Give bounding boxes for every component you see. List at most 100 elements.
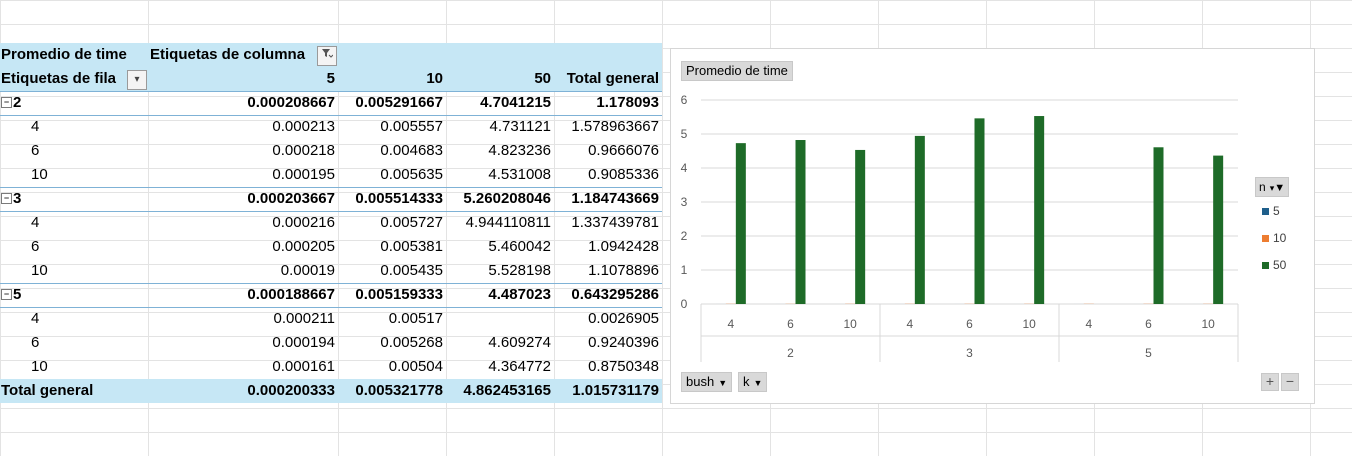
legend-label: 50 [1273, 258, 1287, 272]
filter-icon: ▼ [1274, 182, 1286, 194]
grand-total-value[interactable]: 1.015731179 [553, 379, 659, 403]
group-label[interactable]: −5 [1, 283, 21, 307]
grand-total-value[interactable]: 0.000200333 [150, 379, 335, 403]
row-label[interactable]: 6 [1, 331, 39, 355]
pivot-detail-row: 10 0.000161 0.00504 4.364772 0.8750348 [0, 355, 662, 379]
row-filter-button[interactable]: ▾ [127, 70, 147, 90]
collapse-field-button[interactable]: − [1281, 373, 1299, 391]
grand-total-label[interactable]: Total general [1, 379, 93, 403]
pivot-chart[interactable]: Promedio de time 0 1 2 3 4 5 6 4 6 10 4 6 10 4 6 10 2 3 5 … [670, 48, 1315, 404]
row-label[interactable]: 4 [1, 115, 39, 139]
cell-value[interactable]: 0.9666076 [553, 139, 659, 163]
cell-value[interactable]: 4.531008 [445, 163, 551, 187]
collapse-icon[interactable]: − [1, 96, 12, 108]
pivot-group-row: −5 0.000188667 0.005159333 4.487023 0.64… [0, 283, 662, 307]
group-value[interactable]: 0.005159333 [340, 283, 443, 307]
group-value[interactable]: 5.260208046 [445, 187, 551, 211]
cell-value[interactable]: 0.000161 [150, 355, 335, 379]
cell-value[interactable]: 0.005435 [340, 259, 443, 283]
legend-item-5[interactable]: 5 [1262, 204, 1280, 218]
cell-value[interactable]: 4.944110811 [445, 211, 551, 235]
cell-value[interactable]: 0.005727 [340, 211, 443, 235]
cell-value[interactable]: 0.004683 [340, 139, 443, 163]
group-value[interactable]: 4.7041215 [445, 91, 551, 115]
y-tick-label: 4 [681, 161, 688, 175]
row-label[interactable]: 4 [1, 211, 39, 235]
cell-value[interactable]: 0.00504 [340, 355, 443, 379]
x-tick-label: 6 [787, 317, 794, 331]
row-label[interactable]: 6 [1, 139, 39, 163]
cell-value[interactable]: 5.460042 [445, 235, 551, 259]
cell-value[interactable]: 0.000194 [150, 331, 335, 355]
cell-value[interactable]: 4.731121 [445, 115, 551, 139]
legend-swatch [1262, 235, 1269, 243]
group-value[interactable]: 0.000208667 [150, 91, 335, 115]
row-label[interactable]: 6 [1, 235, 39, 259]
cell-value[interactable]: 0.000195 [150, 163, 335, 187]
column-labels-title[interactable]: Etiquetas de columna [150, 43, 305, 67]
cell-value[interactable]: 0.000205 [150, 235, 335, 259]
cell-value[interactable]: 5.528198 [445, 259, 551, 283]
group-value[interactable]: 0.643295286 [553, 283, 659, 307]
cell-value[interactable]: 0.00019 [150, 259, 335, 283]
y-tick-label: 0 [681, 297, 688, 311]
cell-value[interactable]: 0.000213 [150, 115, 335, 139]
cell-value[interactable]: 4.609274 [445, 331, 551, 355]
group-label[interactable]: −3 [1, 187, 21, 211]
axis-field-button-bush[interactable]: bush ▼ [681, 372, 733, 392]
cell-value[interactable]: 1.578963667 [553, 115, 659, 139]
group-label[interactable]: −2 [1, 91, 21, 115]
cell-value[interactable]: 0.005268 [340, 331, 443, 355]
axis-field-button-k[interactable]: k ▼ [738, 372, 768, 392]
group-value[interactable]: 4.487023 [445, 283, 551, 307]
cell-value[interactable]: 0.005557 [340, 115, 443, 139]
legend-item-10[interactable]: 10 [1262, 231, 1286, 245]
row-labels-title[interactable]: Etiquetas de fila [1, 67, 116, 91]
cell-value[interactable]: 0.005635 [340, 163, 443, 187]
column-header-total[interactable]: Total general [553, 67, 659, 91]
grand-total-value[interactable]: 0.005321778 [340, 379, 443, 403]
cell-value[interactable]: 0.9240396 [553, 331, 659, 355]
row-label[interactable]: 10 [1, 163, 48, 187]
legend-item-50[interactable]: 50 [1262, 258, 1286, 272]
cell-value[interactable]: 0.0026905 [553, 307, 659, 331]
group-value[interactable]: 0.005291667 [340, 91, 443, 115]
column-header-5[interactable]: 5 [150, 67, 335, 91]
cell-value[interactable]: 0.000218 [150, 139, 335, 163]
legend-field-label: n [1259, 180, 1266, 194]
cell-value[interactable]: 0.9085336 [553, 163, 659, 187]
cell-value[interactable]: 1.0942428 [553, 235, 659, 259]
group-value[interactable]: 1.184743669 [553, 187, 659, 211]
group-value[interactable]: 0.005514333 [340, 187, 443, 211]
grand-total-value[interactable]: 4.862453165 [445, 379, 551, 403]
cell-value[interactable]: 1.1078896 [553, 259, 659, 283]
column-header-10[interactable]: 10 [340, 67, 443, 91]
group-name: 5 [13, 286, 22, 303]
cell-value[interactable]: 1.337439781 [553, 211, 659, 235]
group-value[interactable]: 0.000203667 [150, 187, 335, 211]
cell-value[interactable]: 4.364772 [445, 355, 551, 379]
group-value[interactable]: 1.178093 [553, 91, 659, 115]
cell-value[interactable]: 0.005381 [340, 235, 443, 259]
pivot-detail-row: 6 0.000194 0.005268 4.609274 0.9240396 [0, 331, 662, 355]
column-filter-button[interactable] [317, 46, 337, 66]
bar-series-50 [974, 118, 985, 304]
cell-value[interactable]: 0.8750348 [553, 355, 659, 379]
legend-field-button[interactable]: n ▾▼ [1255, 177, 1290, 197]
cell-value[interactable]: 4.823236 [445, 139, 551, 163]
cell-value[interactable]: 0.000216 [150, 211, 335, 235]
row-label[interactable]: 10 [1, 355, 48, 379]
cell-value[interactable] [445, 307, 551, 331]
expand-field-button[interactable]: + [1261, 373, 1279, 391]
column-header-50[interactable]: 50 [445, 67, 551, 91]
cell-value[interactable]: 0.000211 [150, 307, 335, 331]
value-field-label[interactable]: Promedio de time [1, 43, 127, 67]
bar-series-50 [855, 149, 866, 304]
axis-field-label: k [743, 374, 750, 389]
collapse-icon[interactable]: − [1, 192, 12, 204]
collapse-icon[interactable]: − [1, 288, 12, 300]
row-label[interactable]: 4 [1, 307, 39, 331]
row-label[interactable]: 10 [1, 259, 48, 283]
group-value[interactable]: 0.000188667 [150, 283, 335, 307]
cell-value[interactable]: 0.00517 [340, 307, 443, 331]
